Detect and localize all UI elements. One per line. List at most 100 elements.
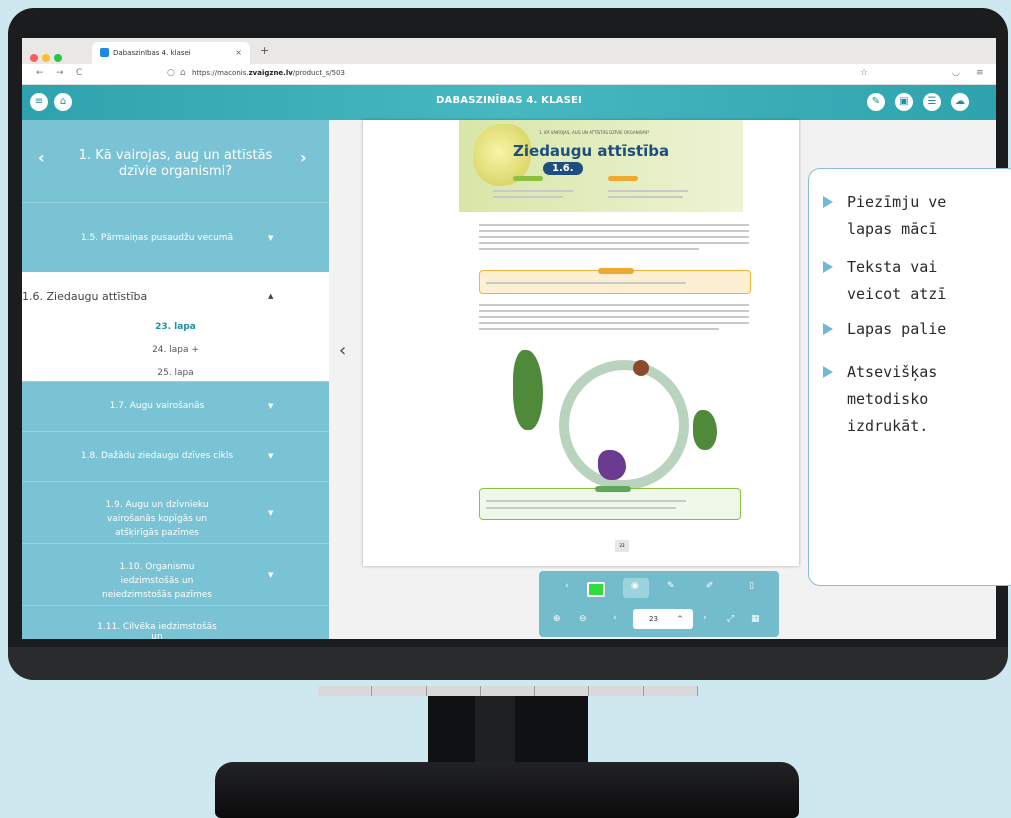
- close-window-button[interactable]: [30, 54, 38, 62]
- triangle-icon: [823, 261, 833, 273]
- feature-callout: Piezīmju ve lapas mācī Teksta vai veicot a…: [808, 168, 1011, 586]
- monitor-neck-highlight: [475, 696, 515, 762]
- page-link-25[interactable]: 25. lapa: [22, 368, 329, 378]
- app-title: DABASZINĪBAS 4. KLASEI: [436, 95, 582, 106]
- sidebar-item-1-10[interactable]: 1.10. Organismu iedzimstošās un neiedzim…: [22, 543, 329, 606]
- notes-icon[interactable]: ✎: [867, 93, 885, 111]
- bullet-line: Lapas palie: [847, 320, 947, 338]
- annotation-toolbar: ‹ ◉ ✎ ✐ ▯ ⊕ ⊖ ‹ 23 ^ › ⤢ ▦: [539, 571, 779, 637]
- textbook-page: 1. KĀ VAIROJAS, AUG UN ATTĪSTĀS DZĪVIE O…: [363, 120, 799, 566]
- collapse-icon[interactable]: ‹: [565, 581, 569, 591]
- brush-icon[interactable]: ✐: [706, 581, 714, 591]
- pen-color-swatch[interactable]: [587, 582, 605, 597]
- list-icon[interactable]: ☰: [923, 93, 941, 111]
- zoom-out-icon[interactable]: ⊖: [579, 614, 587, 624]
- sidebar-item-1-9[interactable]: 1.9. Augu un dzīvnieku vairošanās kopīgā…: [22, 481, 329, 544]
- url-path: /product_s/503: [292, 69, 345, 77]
- prev-chapter-icon[interactable]: ‹: [38, 148, 45, 167]
- section-tag: [608, 176, 638, 181]
- caret-down-icon: ▼: [268, 402, 274, 410]
- reload-icon[interactable]: C: [76, 68, 82, 78]
- edit-page-icon[interactable]: ▣: [895, 93, 913, 111]
- address-bar[interactable]: https://maconis.zvaigzne.lv/product_s/50…: [192, 69, 345, 77]
- sidebar-item-1-6[interactable]: 1.6. Ziedaugu attīstība ▲ 23. lapa 24. l…: [22, 272, 329, 381]
- zoom-in-icon[interactable]: ⊕: [553, 614, 561, 624]
- new-tab-button[interactable]: +: [260, 44, 269, 57]
- seedling-image: [693, 410, 717, 450]
- caret-down-icon: ▼: [268, 509, 274, 517]
- section-tag: [513, 176, 543, 181]
- sidebar-item-label: 1.7. Augu vairošanās: [109, 401, 205, 411]
- lock-icon: ⌂: [180, 68, 186, 78]
- remember-box: [479, 268, 751, 294]
- bullet-line: Piezīmju ve: [847, 193, 947, 211]
- monitor-chin: [8, 647, 1008, 680]
- chapter-title: 1. Kā vairojas, aug un attīstās dzīvie o…: [78, 148, 273, 179]
- page-link-24[interactable]: 24. lapa +: [22, 345, 329, 355]
- triangle-icon: [823, 323, 833, 335]
- chapter-sidebar: ‹ 1. Kā vairojas, aug un attīstās dzīvie…: [22, 120, 329, 639]
- question-box: [479, 486, 741, 520]
- browser-toolbar: ← → C ○ ⌂ https://maconis.zvaigzne.lv/pr…: [22, 64, 996, 85]
- bookmark-star-icon[interactable]: ☆: [860, 68, 868, 78]
- forward-icon[interactable]: →: [56, 68, 64, 78]
- shield-icon: ○: [167, 68, 175, 78]
- triangle-icon: [823, 366, 833, 378]
- caret-up-icon[interactable]: ^: [677, 609, 683, 629]
- bullet-line: izdrukāt.: [847, 417, 929, 435]
- sidebar-item-label: 1.6. Ziedaugu attīstība: [22, 290, 148, 303]
- sidebar-item-1-11[interactable]: 1.11. Cilvēka iedzimstošās un: [22, 605, 329, 639]
- page-selector[interactable]: 23 ^: [633, 609, 693, 629]
- minimize-window-button[interactable]: [42, 54, 50, 62]
- bullet-line: metodisko: [847, 390, 929, 408]
- caret-down-icon: ▼: [268, 234, 274, 242]
- prev-page-icon[interactable]: ‹: [613, 613, 617, 623]
- previous-page-icon[interactable]: ‹: [339, 340, 346, 361]
- flower-image: [598, 450, 626, 480]
- sidebar-item-label: 1.5. Pārmaiņas pusaudžu vecumā: [80, 233, 234, 243]
- grid-icon[interactable]: ▦: [751, 614, 760, 624]
- plant-image: [513, 350, 543, 430]
- url-domain: zvaigzne.lv: [248, 69, 293, 77]
- next-page-icon[interactable]: ›: [703, 613, 707, 623]
- back-icon[interactable]: ←: [36, 68, 44, 78]
- lesson-number: 1.6.: [543, 162, 583, 175]
- caret-down-icon: ▼: [268, 571, 274, 579]
- eye-icon[interactable]: ◉: [631, 581, 639, 591]
- page-input[interactable]: 23: [649, 609, 658, 629]
- monitor-stand-base: [215, 762, 799, 818]
- fullscreen-icon[interactable]: ⤢: [727, 614, 734, 624]
- caret-up-icon: ▲: [268, 292, 274, 300]
- monitor-logo-strip: [318, 686, 698, 696]
- sidebar-item-1-7[interactable]: 1.7. Augu vairošanās ▼: [22, 381, 329, 432]
- next-chapter-icon[interactable]: ›: [300, 148, 307, 167]
- page-link-23[interactable]: 23. lapa: [22, 322, 329, 332]
- cloud-icon[interactable]: ☁: [951, 93, 969, 111]
- sidebar-item-label: 1.11. Cilvēka iedzimstošās un: [97, 622, 217, 639]
- sidebar-item-1-5[interactable]: 1.5. Pārmaiņas pusaudžu vecumā ▼: [22, 202, 329, 273]
- sidebar-item-label: 1.10. Organismu iedzimstošās un neiedzim…: [102, 562, 212, 600]
- tab-title: Dabaszinības 4. klasei: [113, 49, 191, 57]
- hamburger-menu-icon[interactable]: ≡: [976, 68, 984, 78]
- browser-tabbar: Dabaszinības 4. klasei × +: [22, 38, 996, 64]
- page-title: Ziedaugu attīstība: [513, 142, 670, 160]
- zoom-window-button[interactable]: [54, 54, 62, 62]
- bullet-line: Atsevišķas: [847, 363, 938, 381]
- sidebar-item-1-8[interactable]: 1.8. Dažādu ziedaugu dzīves cikls ▼: [22, 431, 329, 482]
- pencil-icon[interactable]: ✎: [667, 581, 675, 591]
- sidebar-item-label: 1.8. Dažādu ziedaugu dzīves cikls: [80, 451, 234, 461]
- caret-down-icon: ▼: [268, 452, 274, 460]
- seed-image: [633, 360, 649, 376]
- favicon-icon: [100, 48, 109, 57]
- page-kicker: 1. KĀ VAIROJAS, AUG UN ATTĪSTĀS DZĪVIE O…: [539, 130, 650, 135]
- bullet-line: Teksta vai: [847, 258, 938, 276]
- tab-close-icon[interactable]: ×: [235, 42, 242, 64]
- chapter-header: ‹ 1. Kā vairojas, aug un attīstās dzīvie…: [22, 120, 329, 202]
- trash-icon[interactable]: ▯: [749, 581, 754, 591]
- triangle-icon: [823, 196, 833, 208]
- sidebar-item-label: 1.9. Augu un dzīvnieku vairošanās kopīgā…: [105, 500, 209, 538]
- pocket-icon[interactable]: ◡: [952, 68, 960, 78]
- page-number: 23: [615, 540, 629, 552]
- browser-tab[interactable]: Dabaszinības 4. klasei ×: [92, 42, 250, 64]
- bullet-line: veicot atzī: [847, 285, 947, 303]
